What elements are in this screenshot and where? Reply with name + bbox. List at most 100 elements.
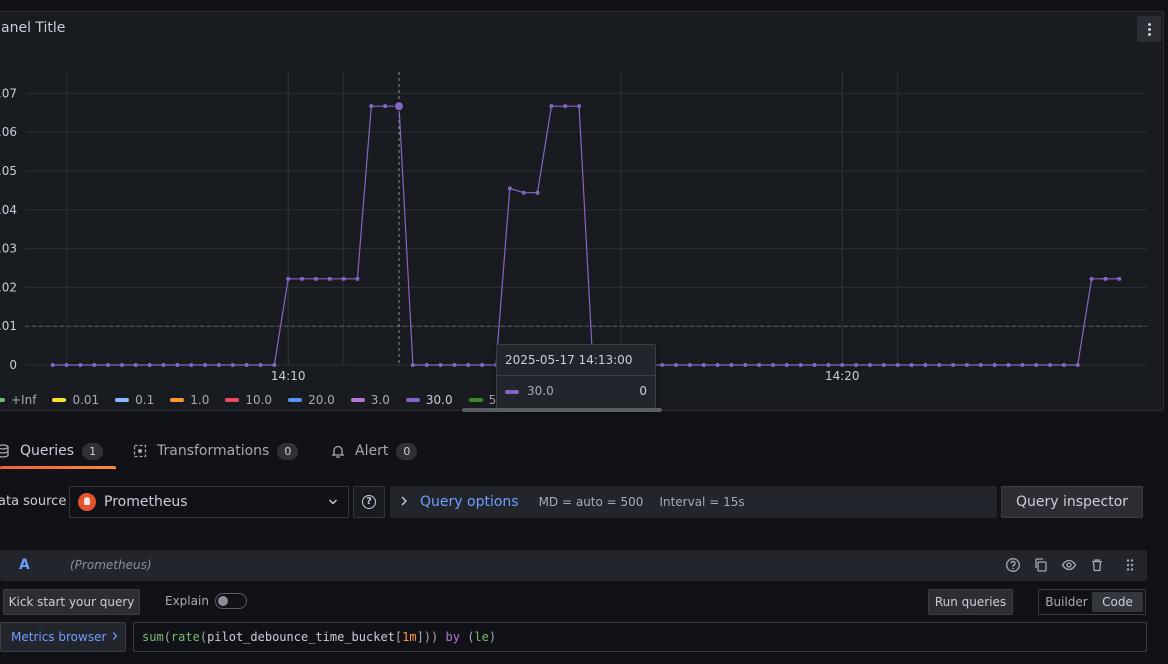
legend-item[interactable]: 0.1	[115, 393, 154, 407]
kick-start-query-button[interactable]: Kick start your query	[3, 589, 140, 615]
legend-item[interactable]: 10.0	[225, 393, 272, 407]
horizontal-scrollbar[interactable]	[462, 408, 662, 412]
code-token: le	[474, 630, 489, 644]
data-point	[660, 363, 665, 367]
tooltip-series-swatch	[505, 390, 519, 394]
chevron-right-icon	[112, 630, 118, 644]
y-tick-label: .06	[0, 125, 17, 139]
data-point	[92, 363, 97, 367]
tab-alert-label: Alert	[355, 443, 389, 459]
editor-mode-toggle: Builder Code	[1038, 589, 1146, 615]
data-point	[147, 363, 152, 367]
legend-item[interactable]: 3.0	[350, 393, 390, 407]
code-token: [	[394, 630, 403, 644]
data-point	[216, 363, 221, 367]
y-tick-label: .03	[0, 242, 17, 256]
tooltip-series-name: 30.0	[527, 384, 554, 398]
data-point	[313, 276, 318, 281]
data-point	[410, 363, 415, 367]
drag-handle-icon[interactable]	[1122, 557, 1138, 573]
question-circle-icon[interactable]	[1005, 557, 1021, 573]
code-token: 1m	[402, 630, 417, 644]
data-point	[812, 363, 817, 367]
legend-label: 0.01	[72, 393, 100, 407]
data-point	[355, 276, 360, 281]
tab-queries[interactable]: Queries 1	[0, 433, 104, 469]
editor-tabs: Queries 1 Transformations 0 Alert 0	[0, 433, 1168, 469]
query-datasource-name: (Prometheus)	[70, 558, 152, 572]
mode-code[interactable]: Code	[1092, 592, 1143, 612]
tab-alert[interactable]: Alert 0	[331, 433, 418, 469]
question-circle-icon: ?	[362, 495, 376, 509]
data-point	[867, 363, 872, 367]
metrics-browser-label: Metrics browser	[11, 630, 107, 644]
code-token: ]	[416, 630, 424, 644]
legend-swatch	[52, 398, 67, 402]
data-point	[701, 363, 706, 367]
data-point	[119, 363, 124, 367]
code-token: (	[459, 630, 475, 644]
run-queries-button[interactable]: Run queries	[928, 589, 1013, 615]
data-point	[854, 363, 859, 367]
tab-transformations[interactable]: Transformations 0	[133, 433, 299, 469]
data-point	[133, 363, 138, 367]
data-point	[687, 363, 692, 367]
query-options-label[interactable]: Query options	[420, 494, 519, 510]
legend-item[interactable]: 20.0	[288, 393, 335, 407]
data-point	[230, 363, 235, 367]
code-token: rate	[170, 630, 200, 644]
query-options-bar[interactable]: Query options MD = auto = 500 Interval =…	[390, 486, 997, 518]
data-point	[424, 363, 429, 367]
data-point	[78, 363, 83, 367]
data-point	[106, 363, 111, 367]
data-point	[1034, 363, 1039, 367]
explain-toggle[interactable]	[215, 593, 247, 609]
query-inspector-button[interactable]: Query inspector	[1001, 486, 1143, 518]
chart-legend: +Inf0.010.11.010.020.03.030.05.0	[0, 393, 524, 407]
active-tab-underline	[0, 466, 116, 469]
legend-label: 10.0	[245, 393, 273, 407]
query-ref-id[interactable]: A	[19, 557, 30, 573]
metrics-browser-button[interactable]: Metrics browser	[0, 622, 126, 652]
x-tick-label: 14:20	[825, 369, 860, 383]
tooltip-time: 2025-05-17 14:13:00	[505, 353, 633, 367]
y-tick-label: .05	[0, 164, 17, 178]
prometheus-logo-icon	[78, 493, 96, 511]
legend-label: +Inf	[11, 393, 37, 407]
tab-alert-count: 0	[396, 442, 418, 460]
data-point	[1075, 363, 1080, 367]
data-point	[1020, 363, 1025, 367]
eye-icon[interactable]	[1061, 557, 1077, 573]
data-point	[895, 363, 900, 367]
promql-code-editor[interactable]: sum(rate(pilot_debounce_time_bucket[1m])…	[133, 622, 1147, 652]
legend-swatch	[225, 398, 240, 402]
query-options-max-data-points: MD = auto = 500	[538, 495, 644, 509]
data-point	[563, 104, 568, 109]
data-point	[1006, 363, 1011, 367]
data-point	[840, 363, 845, 367]
datasource-picker[interactable]: Prometheus	[69, 486, 349, 518]
data-point	[923, 363, 928, 367]
legend-swatch	[170, 398, 185, 402]
copy-icon[interactable]	[1033, 557, 1049, 573]
data-point	[64, 363, 69, 367]
code-token: sum	[142, 630, 164, 644]
data-point	[1117, 276, 1122, 281]
data-point	[175, 363, 180, 367]
legend-item[interactable]: 30.0	[405, 393, 453, 407]
data-point	[743, 363, 748, 367]
legend-item[interactable]: 0.01	[52, 393, 99, 407]
data-point	[258, 363, 263, 367]
data-point	[286, 276, 291, 281]
data-point	[964, 363, 969, 367]
bell-icon	[331, 444, 345, 458]
data-point	[1061, 363, 1066, 367]
data-point	[674, 363, 679, 367]
legend-item[interactable]: +Inf	[0, 393, 36, 407]
trash-icon[interactable]	[1089, 557, 1105, 573]
query-row-header[interactable]: A (Prometheus)	[0, 550, 1147, 581]
mode-builder[interactable]: Builder	[1041, 592, 1092, 612]
datasource-name: Prometheus	[104, 494, 188, 510]
datasource-help-button[interactable]: ?	[353, 486, 385, 518]
legend-item[interactable]: 1.0	[170, 393, 209, 407]
